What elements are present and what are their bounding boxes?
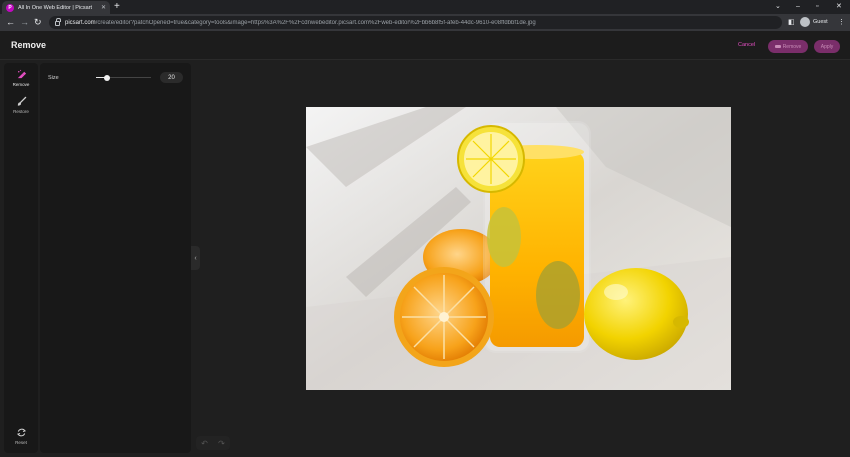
cancel-button[interactable]: Cancel [738, 42, 755, 48]
tool-label: Restore [13, 109, 29, 114]
size-slider-thumb[interactable] [104, 74, 110, 81]
tab-close-icon[interactable]: ✕ [101, 4, 106, 11]
remove-button-label: Remove [782, 43, 802, 50]
remove-button[interactable]: Remove [768, 40, 808, 53]
editor-header: Remove Cancel Remove Apply [0, 31, 850, 60]
redo-icon[interactable]: ↷ [218, 439, 225, 448]
page-title: Remove [11, 40, 47, 50]
tool-rail: Remove Restore Reset [4, 63, 38, 453]
settings-panel: Size 20 [40, 63, 191, 453]
browser-toolbar: ← → ↻ picsart.com /create/editor?patchOp… [0, 14, 850, 31]
url-path: /create/editor?patchOpened=true&category… [95, 19, 536, 26]
minimize-icon[interactable]: – [796, 1, 800, 13]
forward-icon[interactable]: → [20, 17, 29, 28]
browser-tab[interactable]: P All In One Web Editor | Picsart ✕ [2, 1, 110, 14]
eraser-icon [17, 69, 26, 79]
apply-button-label: Apply [820, 43, 834, 50]
apply-button[interactable]: Apply [814, 40, 840, 53]
browser-tabstrip: P All In One Web Editor | Picsart ✕ + ⌄ … [0, 0, 850, 14]
tool-label: Remove [12, 82, 30, 87]
lock-icon[interactable] [55, 18, 61, 26]
tab-search-icon[interactable]: ⌄ [775, 1, 781, 13]
maximize-icon[interactable]: ▫ [816, 1, 818, 13]
collapse-panel-icon[interactable]: ‹ [191, 246, 200, 270]
canvas-image[interactable] [306, 107, 731, 390]
profile-button[interactable]: Guest [800, 17, 828, 27]
tool-restore[interactable]: Restore [4, 96, 38, 114]
url-host: picsart.com [65, 19, 96, 26]
brush-icon [17, 96, 26, 106]
close-window-icon[interactable]: ✕ [836, 1, 842, 13]
more-menu-icon[interactable]: ⋮ [838, 17, 845, 28]
tool-remove[interactable]: Remove [4, 69, 38, 87]
back-icon[interactable]: ← [6, 17, 15, 28]
reload-icon[interactable]: ↻ [34, 17, 42, 28]
new-tab-icon[interactable]: + [114, 1, 120, 13]
orange-juice-photo [306, 107, 731, 390]
profile-label: Guest [813, 19, 828, 25]
picsart-favicon-icon: P [6, 3, 14, 12]
sidebar-icon[interactable]: ◧ [788, 17, 795, 28]
tab-title: All In One Web Editor | Picsart [18, 4, 93, 11]
tool-label: Reset [15, 440, 27, 445]
tool-reset[interactable]: Reset [4, 427, 38, 445]
undo-icon[interactable]: ↶ [201, 439, 208, 448]
history-controls: ↶ ↷ [196, 436, 230, 450]
address-bar[interactable]: picsart.com /create/editor?patchOpened=t… [49, 16, 782, 29]
size-slider[interactable] [96, 74, 151, 81]
reset-icon [16, 428, 26, 437]
profile-avatar-icon [800, 17, 810, 27]
size-value-input[interactable]: 20 [160, 72, 183, 83]
remove-button-icon [774, 45, 781, 48]
size-label: Size [48, 75, 59, 81]
